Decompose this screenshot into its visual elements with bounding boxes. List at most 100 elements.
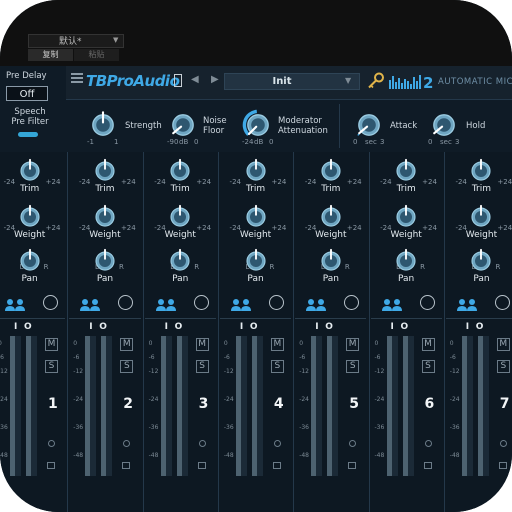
- monitor-icon[interactable]: [498, 462, 507, 469]
- talkers-icon[interactable]: [4, 298, 26, 312]
- weight-knob[interactable]: [90, 202, 120, 232]
- channel-active-toggle[interactable]: [43, 295, 58, 310]
- db-scale-tick: 0: [148, 340, 153, 347]
- talkers-icon[interactable]: [155, 298, 177, 312]
- weight-knob[interactable]: [316, 202, 346, 232]
- weight-scale-max: +24: [120, 224, 136, 232]
- solo-button[interactable]: S: [120, 360, 134, 373]
- record-icon[interactable]: [499, 440, 507, 447]
- weight-knob[interactable]: [466, 202, 496, 232]
- trim-knob[interactable]: [165, 156, 195, 186]
- pan-knob[interactable]: [241, 246, 271, 276]
- output-label: O: [24, 322, 32, 332]
- record-icon[interactable]: [273, 440, 281, 447]
- db-scale-tick: -36: [148, 424, 159, 431]
- pan-knob[interactable]: [165, 246, 195, 276]
- db-scale-tick: -48: [374, 452, 385, 459]
- input-meter-level: [160, 336, 166, 476]
- monitor-icon[interactable]: [348, 462, 357, 469]
- trim-knob[interactable]: [241, 156, 271, 186]
- mute-button[interactable]: M: [496, 338, 510, 351]
- pan-scale-max: R: [269, 263, 275, 271]
- mute-button[interactable]: M: [195, 338, 209, 351]
- monitor-icon[interactable]: [122, 462, 131, 469]
- db-scale-tick: -12: [374, 368, 385, 375]
- weight-knob[interactable]: [391, 202, 421, 232]
- trim-knob[interactable]: [466, 156, 496, 186]
- mute-button[interactable]: M: [120, 338, 134, 351]
- output-meter-level: [251, 336, 257, 476]
- weight-knob[interactable]: [165, 202, 195, 232]
- pan-knob[interactable]: [466, 246, 496, 276]
- solo-button[interactable]: S: [346, 360, 360, 373]
- db-scale-tick: -6: [374, 354, 381, 361]
- solo-button[interactable]: S: [270, 360, 284, 373]
- pan-scale-max: R: [344, 263, 350, 271]
- pan-scale-min: L: [94, 263, 99, 271]
- output-meter-level: [26, 336, 31, 476]
- input-meter-level: [311, 336, 317, 476]
- talkers-icon[interactable]: [381, 298, 403, 312]
- pan-scale-min: L: [170, 263, 175, 271]
- channel-strips-host: Trim-24+24Weight-24+24PanLRIO0-6-12-24-3…: [0, 0, 512, 512]
- record-icon[interactable]: [198, 440, 206, 447]
- weight-scale-max: +24: [422, 224, 437, 232]
- pan-knob[interactable]: [316, 246, 346, 276]
- solo-button[interactable]: S: [45, 360, 58, 373]
- db-scale-tick: -12: [223, 368, 234, 375]
- weight-scale-max: +24: [346, 224, 362, 232]
- trim-scale-max: +24: [422, 178, 437, 186]
- mute-button[interactable]: M: [346, 338, 360, 351]
- talkers-icon[interactable]: [79, 298, 101, 312]
- monitor-icon[interactable]: [272, 462, 281, 469]
- db-scale-tick: -36: [374, 424, 385, 431]
- solo-button[interactable]: S: [195, 360, 209, 373]
- channel-active-toggle[interactable]: [494, 295, 510, 310]
- channel-active-toggle[interactable]: [419, 295, 435, 310]
- pan-knob[interactable]: [391, 246, 421, 276]
- input-meter-level: [461, 336, 467, 476]
- channel-active-toggle[interactable]: [268, 295, 284, 310]
- talkers-icon[interactable]: [456, 298, 478, 312]
- talkers-icon[interactable]: [305, 298, 327, 312]
- record-icon[interactable]: [48, 440, 55, 447]
- weight-knob[interactable]: [241, 202, 271, 232]
- weight-scale-min: -24: [304, 224, 317, 232]
- input-meter-level: [386, 336, 392, 476]
- db-scale-tick: -24: [374, 396, 385, 403]
- pan-scale-min: L: [320, 263, 325, 271]
- trim-scale-min: -24: [304, 178, 317, 186]
- output-label: O: [174, 322, 183, 332]
- pan-scale-max: R: [118, 263, 124, 271]
- trim-knob[interactable]: [15, 156, 45, 186]
- pan-knob[interactable]: [15, 246, 45, 276]
- mute-button[interactable]: M: [45, 338, 58, 351]
- solo-button[interactable]: S: [496, 360, 510, 373]
- monitor-icon[interactable]: [197, 462, 206, 469]
- trim-knob[interactable]: [391, 156, 421, 186]
- weight-scale-max: +24: [497, 224, 512, 232]
- mute-button[interactable]: M: [270, 338, 284, 351]
- db-scale-tick: 0: [449, 340, 454, 347]
- record-icon[interactable]: [424, 440, 432, 447]
- trim-scale-max: +24: [346, 178, 362, 186]
- output-meter-level: [327, 336, 333, 476]
- pan-knob[interactable]: [90, 246, 120, 276]
- input-meter-level: [10, 336, 15, 476]
- channel-number: 4: [273, 396, 284, 412]
- db-scale-tick: -12: [449, 368, 460, 375]
- weight-knob[interactable]: [15, 202, 45, 232]
- input-label: I: [89, 322, 93, 332]
- monitor-icon[interactable]: [423, 462, 432, 469]
- monitor-icon[interactable]: [47, 462, 55, 469]
- channel-active-toggle[interactable]: [193, 295, 209, 310]
- talkers-icon[interactable]: [230, 298, 252, 312]
- pan-scale-min: L: [19, 263, 24, 271]
- trim-knob[interactable]: [90, 156, 120, 186]
- divider: [445, 318, 512, 319]
- solo-button[interactable]: S: [421, 360, 435, 373]
- weight-scale-min: -24: [380, 224, 392, 232]
- db-scale-tick: -6: [0, 354, 4, 361]
- mute-button[interactable]: M: [421, 338, 435, 351]
- trim-knob[interactable]: [316, 156, 346, 186]
